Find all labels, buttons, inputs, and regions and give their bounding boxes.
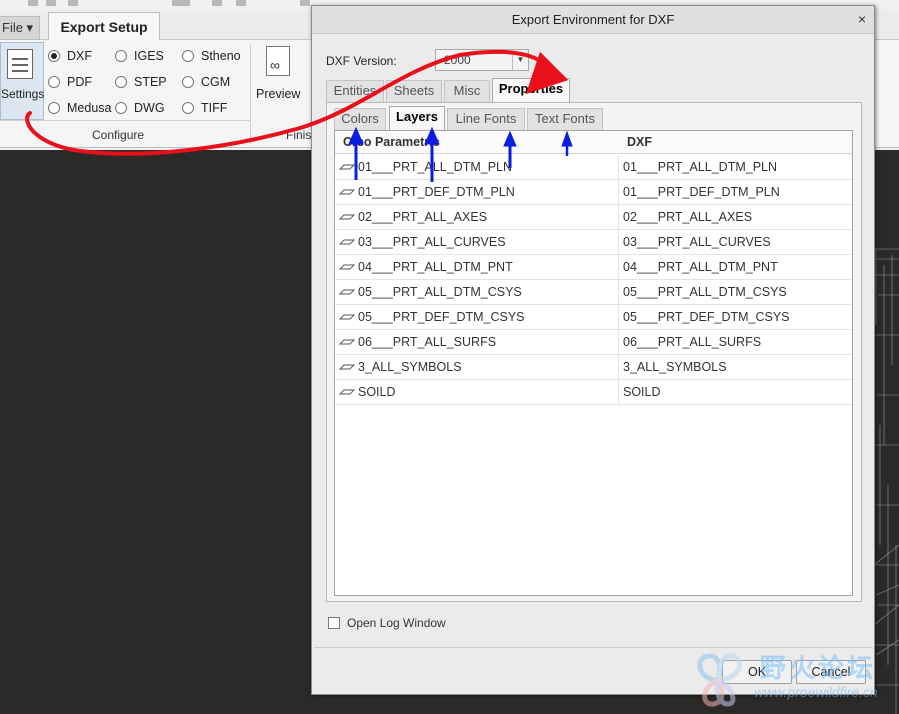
radio-selected-icon: [48, 50, 60, 62]
dxf-layer-cell[interactable]: 3_ALL_SYMBOLS: [623, 355, 851, 379]
table-row[interactable]: 05___PRT_ALL_DTM_CSYS 05___PRT_ALL_DTM_CS…: [335, 280, 852, 305]
dxf-layer-cell[interactable]: 03___PRT_ALL_CURVES: [623, 230, 851, 254]
dxf-version-label: DXF Version:: [326, 54, 397, 68]
table-row[interactable]: 02___PRT_ALL_AXES 02___PRT_ALL_AXES: [335, 205, 852, 230]
dxf-version-select[interactable]: 2000 ▼: [435, 49, 529, 71]
creo-layer-cell: 01___PRT_ALL_DTM_PLN: [335, 155, 619, 179]
chevron-down-icon: ▼: [512, 50, 528, 70]
column-header-creo[interactable]: Creo Parametric: [343, 131, 440, 154]
creo-layer-cell: 01___PRT_DEF_DTM_PLN: [335, 180, 619, 204]
tab-misc[interactable]: Misc: [444, 80, 490, 102]
radio-icon: [182, 50, 194, 62]
radio-icon: [182, 76, 194, 88]
radio-icon: [115, 102, 127, 114]
table-row[interactable]: 04___PRT_ALL_DTM_PNT 04___PRT_ALL_DTM_PNT: [335, 255, 852, 280]
tab-entities[interactable]: Entities: [326, 80, 384, 102]
creo-layer-cell: 05___PRT_ALL_DTM_CSYS: [335, 280, 619, 304]
open-log-window-checkbox[interactable]: Open Log Window: [328, 616, 446, 630]
layers-table: Creo Parametric DXF 01___PRT_ALL_DTM_PLN…: [334, 130, 853, 596]
tab-sheets[interactable]: Sheets: [386, 80, 442, 102]
radio-icon: [115, 76, 127, 88]
radio-icon: [48, 76, 60, 88]
layer-icon: [339, 339, 355, 345]
format-radio-tiff[interactable]: TIFF: [182, 100, 227, 116]
close-icon[interactable]: ×: [858, 11, 866, 27]
creo-layer-cell: 05___PRT_DEF_DTM_CSYS: [335, 305, 619, 329]
tab-export-setup[interactable]: Export Setup: [48, 12, 160, 41]
cancel-button[interactable]: Cancel: [796, 660, 866, 684]
creo-layer-cell: 02___PRT_ALL_AXES: [335, 205, 619, 229]
table-row[interactable]: 06___PRT_ALL_SURFS 06___PRT_ALL_SURFS: [335, 330, 852, 355]
subtab-line-fonts[interactable]: Line Fonts: [447, 108, 525, 130]
group-divider: [0, 120, 250, 121]
format-radio-medusa[interactable]: Medusa: [48, 100, 111, 116]
subtab-colors[interactable]: Colors: [334, 108, 386, 130]
quick-access-toolbar: [0, 0, 320, 8]
creo-layer-cell: 03___PRT_ALL_CURVES: [335, 230, 619, 254]
file-menu-tab[interactable]: File ▾: [0, 16, 40, 40]
table-row[interactable]: 05___PRT_DEF_DTM_CSYS 05___PRT_DEF_DTM_CS…: [335, 305, 852, 330]
dxf-layer-cell[interactable]: 01___PRT_DEF_DTM_PLN: [623, 180, 851, 204]
format-radio-pdf[interactable]: PDF: [48, 74, 92, 90]
format-radio-dxf[interactable]: DXF: [48, 48, 92, 64]
dialog-footer-divider: [314, 647, 872, 648]
export-environment-dialog: Export Environment for DXF × DXF Version…: [311, 5, 875, 695]
table-row[interactable]: 03___PRT_ALL_CURVES 03___PRT_ALL_CURVES: [335, 230, 852, 255]
preview-icon[interactable]: [266, 46, 290, 76]
format-radio-stheno[interactable]: Stheno: [182, 48, 241, 64]
format-radio-step[interactable]: STEP: [115, 74, 167, 90]
tab-properties[interactable]: Properties: [492, 78, 570, 102]
group-label-finish: Finis: [286, 128, 312, 142]
format-radio-iges[interactable]: IGES: [115, 48, 164, 64]
group-label-configure: Configure: [92, 128, 145, 142]
settings-label: Settings: [1, 87, 45, 101]
dxf-layer-cell[interactable]: 01___PRT_ALL_DTM_PLN: [623, 155, 851, 179]
table-row[interactable]: SOILD SOILD: [335, 380, 852, 405]
creo-layer-cell: 06___PRT_ALL_SURFS: [335, 330, 619, 354]
settings-button[interactable]: Settings: [0, 42, 44, 120]
layer-icon: [339, 189, 355, 195]
dialog-titlebar[interactable]: Export Environment for DXF ×: [312, 6, 874, 34]
open-log-window-label: Open Log Window: [347, 616, 446, 630]
dxf-layer-cell[interactable]: 04___PRT_ALL_DTM_PNT: [623, 255, 851, 279]
layer-icon: [339, 364, 355, 370]
table-row[interactable]: 3_ALL_SYMBOLS 3_ALL_SYMBOLS: [335, 355, 852, 380]
creo-layer-cell: SOILD: [335, 380, 619, 404]
settings-icon: [7, 49, 33, 79]
dxf-layer-cell[interactable]: 05___PRT_DEF_DTM_CSYS: [623, 305, 851, 329]
table-row[interactable]: 01___PRT_ALL_DTM_PLN 01___PRT_ALL_DTM_PLN: [335, 155, 852, 180]
creo-layer-cell: 3_ALL_SYMBOLS: [335, 355, 619, 379]
layer-icon: [339, 164, 355, 170]
creo-layer-cell: 04___PRT_ALL_DTM_PNT: [335, 255, 619, 279]
radio-icon: [182, 102, 194, 114]
subtab-text-fonts[interactable]: Text Fonts: [527, 108, 603, 130]
radio-icon: [48, 102, 60, 114]
table-row[interactable]: 01___PRT_DEF_DTM_PLN 01___PRT_DEF_DTM_PLN: [335, 180, 852, 205]
layer-icon: [339, 264, 355, 270]
model-wireframe: [873, 248, 899, 714]
layer-icon: [339, 289, 355, 295]
dxf-layer-cell[interactable]: 05___PRT_ALL_DTM_CSYS: [623, 280, 851, 304]
layer-icon: [339, 214, 355, 220]
ok-button[interactable]: OK: [722, 660, 792, 684]
checkbox-icon: [328, 617, 340, 629]
subtab-layers[interactable]: Layers: [389, 106, 445, 130]
dxf-layer-cell[interactable]: 02___PRT_ALL_AXES: [623, 205, 851, 229]
format-radio-cgm[interactable]: CGM: [182, 74, 230, 90]
format-radio-dwg[interactable]: DWG: [115, 100, 165, 116]
radio-icon: [115, 50, 127, 62]
dialog-title: Export Environment for DXF: [511, 12, 675, 27]
layer-icon: [339, 239, 355, 245]
dxf-layer-cell[interactable]: 06___PRT_ALL_SURFS: [623, 330, 851, 354]
layer-icon: [339, 314, 355, 320]
preview-button-label[interactable]: Preview: [256, 86, 300, 102]
dxf-layer-cell[interactable]: SOILD: [623, 380, 851, 404]
ribbon-separator: [250, 44, 251, 144]
column-header-dxf[interactable]: DXF: [627, 131, 652, 154]
table-header: Creo Parametric DXF: [335, 131, 852, 154]
layer-icon: [339, 389, 355, 395]
